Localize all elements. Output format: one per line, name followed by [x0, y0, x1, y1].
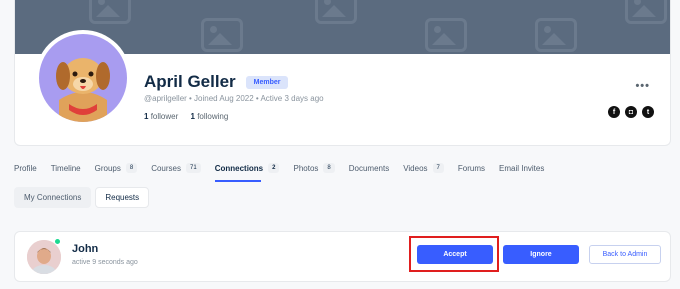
person-photo-icon [27, 240, 61, 274]
image-placeholder-icon [535, 18, 577, 52]
profile-nav: Profile Timeline Groups 8 Courses 71 Conne… [14, 159, 558, 182]
tab-connections[interactable]: Connections 2 [214, 159, 280, 182]
online-status-indicator [54, 238, 61, 245]
connections-subtabs: My Connections Requests [14, 187, 150, 208]
twitter-icon[interactable]: t [642, 106, 654, 118]
tab-forums[interactable]: Forums [458, 159, 485, 177]
followers-label: follower [150, 112, 179, 121]
tab-label: Forums [457, 163, 485, 173]
image-placeholder-icon [315, 0, 357, 24]
requester-last-active: active 9 seconds ago [72, 259, 138, 266]
image-placeholder-icon [625, 0, 667, 24]
facebook-icon[interactable]: f [608, 106, 620, 118]
tab-count: 2 [268, 163, 280, 173]
tab-count: 71 [186, 163, 201, 173]
tab-count: 8 [125, 163, 138, 173]
tab-label: Documents [348, 163, 390, 173]
following-stat[interactable]: 1 following [191, 112, 229, 121]
followers-count: 1 [144, 112, 149, 121]
tab-email-invites[interactable]: Email Invites [499, 159, 544, 177]
instagram-icon[interactable]: ◘ [625, 106, 637, 118]
followers-stat[interactable]: 1 follower [144, 112, 178, 121]
requester-name[interactable]: John [72, 243, 98, 255]
more-options-button[interactable]: ••• [635, 80, 650, 92]
profile-meta: @aprilgeller • Joined Aug 2022 • Active … [144, 94, 324, 103]
tab-label: Timeline [50, 163, 81, 173]
dog-icon [56, 58, 110, 122]
ignore-button[interactable]: Ignore [503, 245, 579, 264]
social-links: f ◘ t [608, 106, 654, 118]
subtab-my-connections[interactable]: My Connections [14, 187, 92, 208]
tab-documents[interactable]: Documents [349, 159, 389, 177]
connection-request-card: John active 9 seconds ago Accept Ignore … [14, 231, 671, 282]
profile-name: April Geller [144, 72, 236, 91]
tab-courses[interactable]: Courses 71 [151, 159, 201, 177]
image-placeholder-icon [425, 18, 467, 52]
tab-label: Videos [403, 163, 428, 173]
tab-count: 8 [323, 163, 335, 173]
tab-timeline[interactable]: Timeline [51, 159, 81, 177]
image-placeholder-icon [89, 0, 131, 24]
following-label: following [197, 112, 229, 121]
dog-avatar-image [39, 34, 127, 122]
subtab-requests[interactable]: Requests [95, 187, 150, 208]
tab-label: Connections [214, 163, 264, 173]
profile-card: April Geller Member @aprilgeller • Joine… [14, 0, 671, 146]
tab-profile[interactable]: Profile [14, 159, 37, 177]
requester-avatar[interactable] [27, 240, 61, 274]
back-to-admin-button[interactable]: Back to Admin [589, 245, 661, 264]
tab-count: 7 [432, 163, 444, 173]
page: April Geller Member @aprilgeller • Joine… [0, 0, 680, 289]
tab-label: Email Invites [499, 163, 545, 173]
tab-label: Photos [293, 163, 319, 173]
tab-groups[interactable]: Groups 8 [95, 159, 138, 177]
profile-avatar[interactable] [35, 30, 131, 126]
accept-button[interactable]: Accept [417, 245, 493, 264]
follow-stats: 1 follower 1 following [144, 112, 228, 121]
tab-label: Groups [94, 163, 121, 173]
tab-photos[interactable]: Photos 8 [293, 159, 335, 177]
image-placeholder-icon [201, 18, 243, 52]
tab-label: Courses [151, 163, 181, 173]
member-type-badge: Member [245, 75, 289, 89]
tab-label: Profile [14, 163, 37, 173]
following-count: 1 [190, 112, 195, 121]
tab-videos[interactable]: Videos 7 [403, 159, 444, 177]
